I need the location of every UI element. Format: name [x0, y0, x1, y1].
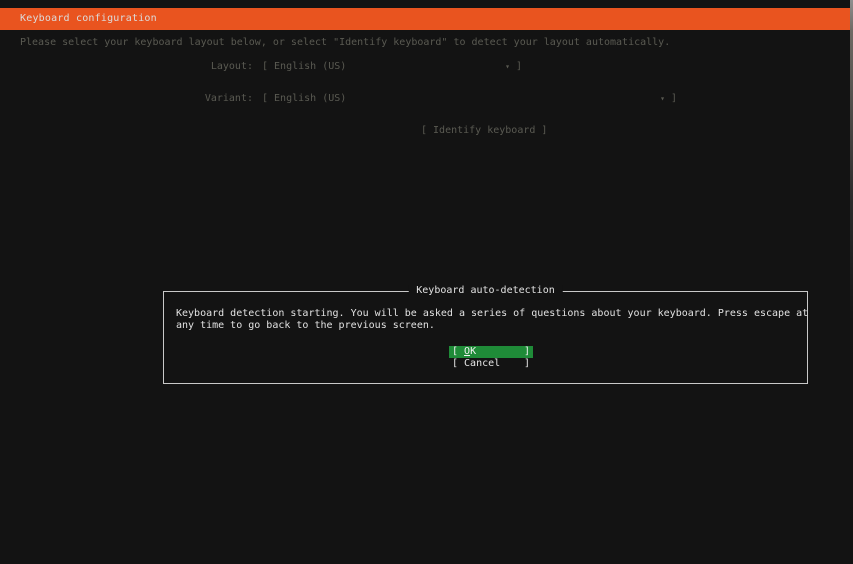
variant-label: Variant:	[0, 93, 253, 105]
variant-value: English (US)	[274, 93, 346, 105]
variant-close-bracket: ]	[671, 93, 677, 105]
ok-button[interactable]: [ O K ]	[449, 346, 533, 358]
keyboard-auto-detection-dialog: Keyboard auto-detection Keyboard detecti…	[163, 291, 808, 384]
identify-keyboard-button[interactable]: [ Identify keyboard ]	[421, 125, 547, 137]
chevron-down-icon: ▾	[505, 61, 510, 73]
header-bar: Keyboard configuration	[0, 8, 853, 30]
layout-select[interactable]: [ English (US) ▾ ]	[262, 61, 522, 73]
cancel-label: Cancel	[464, 358, 500, 370]
dialog-message-line: any time to go back to the previous scre…	[176, 320, 797, 332]
cancel-open-bracket: [	[452, 358, 458, 370]
dialog-message-line: Keyboard detection starting. You will be…	[176, 308, 797, 320]
instruction-text: Please select your keyboard layout below…	[20, 37, 670, 49]
ok-close-bracket: ]	[524, 346, 530, 358]
dialog-title: Keyboard auto-detection	[408, 285, 562, 297]
dialog-message: Keyboard detection starting. You will be…	[176, 308, 797, 332]
layout-open-bracket: [	[262, 61, 268, 73]
variant-open-bracket: [	[262, 93, 268, 105]
variant-select[interactable]: [ English (US) ▾ ]	[262, 93, 677, 105]
cancel-close-bracket: ]	[524, 358, 530, 370]
cancel-button[interactable]: [ Cancel ]	[449, 358, 533, 370]
layout-label: Layout:	[0, 61, 253, 73]
chevron-down-icon: ▾	[660, 93, 665, 105]
ok-open-bracket: [	[452, 346, 458, 358]
layout-value: English (US)	[274, 61, 346, 73]
ok-label-rest: K	[470, 346, 476, 358]
layout-close-bracket: ]	[516, 61, 522, 73]
page-title: Keyboard configuration	[20, 8, 157, 30]
